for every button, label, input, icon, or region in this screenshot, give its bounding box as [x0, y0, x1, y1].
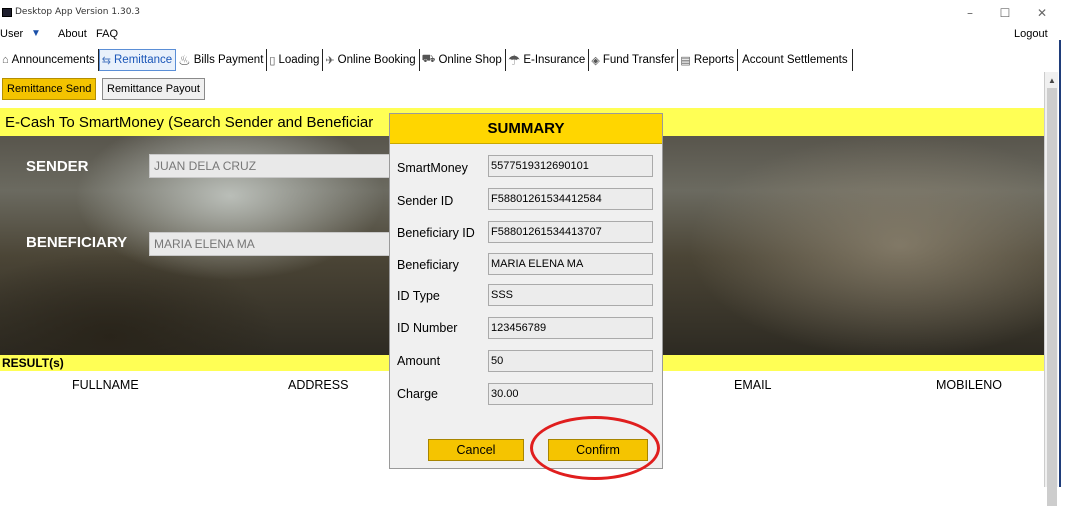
window-border [1059, 40, 1061, 487]
window-title: Desktop App Version 1.30.3 [15, 7, 141, 17]
maximize-button[interactable]: ☐ [993, 4, 1017, 22]
tab-e-insurance[interactable]: ☂ E-Insurance [506, 49, 590, 71]
tab-loading[interactable]: ▯ Loading [267, 49, 324, 71]
sender-input[interactable]: JUAN DELA CRUZ [149, 154, 394, 178]
summary-value-smartmoney: 5577519312690101 [488, 155, 653, 177]
summary-label-charge: Charge [397, 387, 438, 401]
logout-link[interactable]: Logout [1014, 28, 1048, 40]
tab-online-shop[interactable]: ⛟ Online Shop [420, 49, 506, 71]
tab-label: Remittance [114, 54, 173, 66]
tab-label: Fund Transfer [602, 54, 675, 66]
column-header-address[interactable]: ADDRESS [288, 378, 348, 392]
tab-remittance[interactable]: ⇆ Remittance [98, 49, 177, 71]
tab-label: Announcements [11, 54, 95, 66]
remittance-icon: ⇆ [101, 54, 111, 67]
tab-announcements[interactable]: ⌂ Announcements [0, 49, 99, 71]
window-edge [1058, 0, 1066, 487]
beneficiary-label: BENEFICIARY [26, 234, 128, 251]
tab-label: Online Shop [438, 54, 502, 66]
tab-fund-transfer[interactable]: ◈ Fund Transfer [589, 49, 679, 71]
summary-label-beneficiary-id: Beneficiary ID [397, 226, 475, 240]
bills-icon: ♨ [178, 51, 191, 68]
summary-label-sender-id: Sender ID [397, 194, 454, 208]
menu-bar: User ▼ About FAQ Logout [0, 27, 1066, 43]
summary-value-amount: 50 [488, 350, 653, 372]
summary-label-smartmoney: SmartMoney [397, 161, 468, 175]
summary-value-beneficiary: MARIA ELENA MA [488, 253, 653, 275]
summary-title: SUMMARY [390, 114, 662, 144]
tab-account-settlements[interactable]: Account Settlements [738, 49, 853, 71]
scrollbar-thumb[interactable] [1047, 88, 1057, 506]
summary-dialog: SUMMARY SmartMoney 5577519312690101 Send… [389, 113, 663, 469]
tab-bills-payment[interactable]: ♨ Bills Payment [176, 49, 268, 71]
results-title: RESULT(s) [2, 356, 64, 370]
remittance-send-button[interactable]: Remittance Send [2, 78, 97, 100]
title-bar: Desktop App Version 1.30.3 – ☐ ✕ [0, 0, 1066, 26]
scroll-up-icon[interactable]: ▲ [1047, 76, 1057, 86]
megaphone-icon: ⌂ [2, 54, 9, 66]
money-icon: ◈ [591, 54, 600, 67]
vertical-scrollbar[interactable]: ▲ [1044, 72, 1058, 506]
summary-label-beneficiary: Beneficiary [397, 258, 459, 272]
summary-label-amount: Amount [397, 354, 441, 368]
tab-label: Bills Payment [193, 54, 264, 66]
highlight-annotation [530, 416, 660, 480]
plane-icon: ✈ [325, 54, 335, 67]
column-header-mobileno[interactable]: MOBILENO [936, 378, 1002, 392]
summary-value-charge: 30.00 [488, 383, 653, 405]
beneficiary-input[interactable]: MARIA ELENA MA [149, 232, 394, 256]
tab-label: Reports [693, 54, 735, 66]
app-icon [2, 8, 12, 17]
summary-value-id-number: 123456789 [488, 317, 653, 339]
menu-about[interactable]: About [58, 28, 87, 40]
phone-icon: ▯ [269, 54, 276, 67]
report-icon: ▤ [680, 54, 691, 67]
summary-label-id-number: ID Number [397, 321, 458, 335]
tab-online-booking[interactable]: ✈ Online Booking [323, 49, 420, 71]
menu-user[interactable]: User [0, 28, 23, 40]
cancel-button[interactable]: Cancel [428, 439, 524, 461]
column-header-email[interactable]: EMAIL [734, 378, 772, 392]
summary-value-id-type: SSS [488, 284, 653, 306]
menu-faq[interactable]: FAQ [96, 28, 118, 40]
remittance-payout-button[interactable]: Remittance Payout [102, 78, 205, 100]
tab-label: Loading [278, 54, 320, 66]
cart-icon: ⛟ [421, 53, 436, 65]
sender-label: SENDER [26, 158, 89, 175]
minimize-button[interactable]: – [958, 4, 982, 22]
tab-label: E-Insurance [523, 54, 586, 66]
column-header-fullname[interactable]: FULLNAME [72, 378, 139, 392]
tab-label: Online Booking [337, 54, 416, 66]
main-nav: ⌂ Announcements ⇆ Remittance ♨ Bills Pay… [0, 49, 1046, 71]
summary-value-beneficiary-id: F58801261534413707 [488, 221, 653, 243]
tab-label: Account Settlements [742, 54, 848, 66]
close-button[interactable]: ✕ [1030, 4, 1054, 22]
page-title: E-Cash To SmartMoney (Search Sender and … [5, 114, 374, 131]
user-dropdown-icon[interactable]: ▼ [31, 28, 41, 39]
tab-reports[interactable]: ▤ Reports [678, 49, 739, 71]
summary-label-id-type: ID Type [397, 289, 440, 303]
umbrella-icon: ☂ [507, 51, 521, 68]
summary-value-sender-id: F58801261534412584 [488, 188, 653, 210]
